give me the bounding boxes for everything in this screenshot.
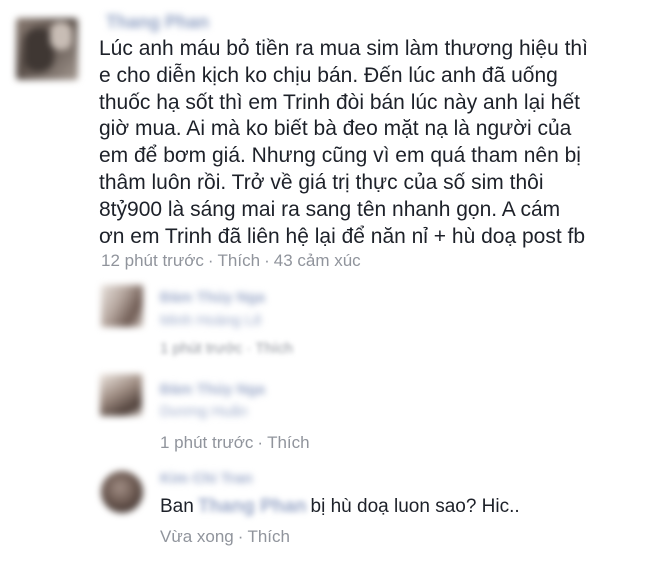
avatar[interactable] [100,374,142,416]
reactions-count[interactable]: 43 cảm xúc [274,251,361,270]
comment-meta: 12 phút trước · Thích · 43 cảm xúc [101,251,361,270]
reply-meta: Vừa xong · Thích [160,527,290,546]
reply-author-name[interactable]: Đàm Thúy Nga [160,289,265,306]
comment-text: Lúc anh máu bỏ tiền ra mua sim làm thươn… [99,37,588,248]
comment-author-name[interactable]: Thang Phan [106,12,209,33]
like-link[interactable]: Thích [218,251,261,270]
like-link[interactable]: Thích [267,433,310,452]
reply-timestamp[interactable]: Vừa xong [160,527,234,546]
reply-meta: 1 phút trước · Thích [160,340,293,357]
like-link[interactable]: Thích [255,340,293,357]
reply-text: Ban Thang Phan bị hù doạ luon sao? Hic.. [160,496,520,518]
avatar[interactable] [16,18,78,80]
reply-author-name[interactable]: Kim Chi Tran [160,470,253,487]
reply-timestamp[interactable]: 1 phút trước [160,433,253,452]
avatar[interactable] [101,285,143,327]
mention-link[interactable]: Thang Phan [198,496,307,518]
like-link[interactable]: Thích [247,527,290,546]
avatar[interactable] [101,471,143,513]
reply-meta: 1 phút trước · Thích [160,433,310,452]
comment-timestamp[interactable]: 12 phút trước [101,251,204,270]
reply-text[interactable]: Minh Hoàng Lê [160,312,262,329]
reply-author-name[interactable]: Đàm Thúy Nga [160,381,265,398]
avatar-shape [50,22,72,50]
reply-timestamp[interactable]: 1 phút trước [160,340,242,357]
reply-text[interactable]: Dương Huấn [160,403,247,420]
